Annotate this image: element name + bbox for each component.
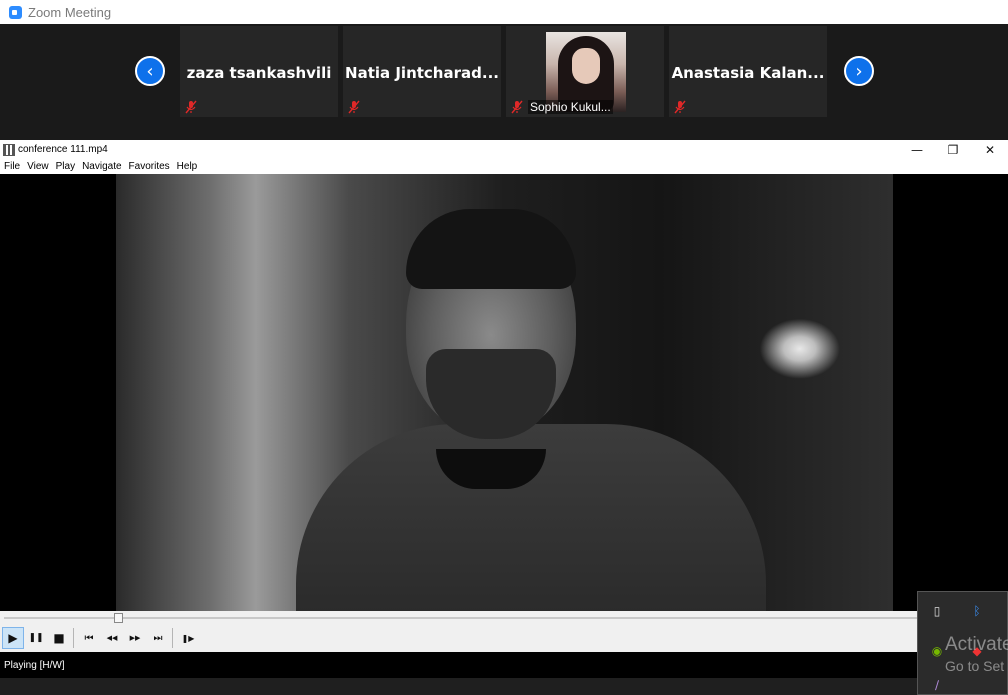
video-frame bbox=[116, 174, 893, 611]
zoom-window-title: Zoom Meeting bbox=[28, 4, 112, 20]
participant-name: zaza tsankashvili bbox=[186, 64, 332, 82]
rewind-button[interactable]: ◀◀ bbox=[101, 627, 123, 649]
next-page-button[interactable]: › bbox=[844, 56, 874, 86]
playback-status: Playing [H/W] bbox=[4, 659, 65, 671]
chevron-right-icon: › bbox=[855, 60, 863, 82]
previous-page-button[interactable]: ‹ bbox=[135, 56, 165, 86]
next-button[interactable]: ⏭ bbox=[147, 627, 169, 649]
seek-bar[interactable] bbox=[0, 611, 1008, 624]
bottom-strip bbox=[0, 678, 1008, 695]
zoom-logo-icon bbox=[9, 5, 22, 19]
participant-tile[interactable]: zaza tsankashvili bbox=[180, 26, 338, 117]
video-area[interactable] bbox=[0, 174, 1008, 611]
bluetooth-icon[interactable]: ᛒ bbox=[968, 602, 986, 620]
seek-track bbox=[4, 617, 1004, 619]
participant-tile[interactable]: Anastasia Kalan... bbox=[669, 26, 827, 117]
menu-bar: File View Play Navigate Favorites Help bbox=[0, 159, 1008, 174]
status-bar: Playing [H/W] bbox=[0, 652, 1008, 678]
zoom-titlebar: Zoom Meeting bbox=[0, 0, 1008, 24]
usb-drive-icon[interactable]: ▯ bbox=[928, 602, 946, 620]
participant-name: Anastasia Kalan... bbox=[671, 64, 825, 82]
maximize-button[interactable]: ❐ bbox=[935, 140, 971, 159]
nvidia-icon[interactable]: ◉ bbox=[928, 642, 946, 660]
menu-help[interactable]: Help bbox=[177, 161, 198, 172]
pause-button[interactable]: ❚❚ bbox=[25, 627, 47, 649]
separator bbox=[172, 628, 173, 648]
separator bbox=[73, 628, 74, 648]
muted-mic-icon bbox=[348, 100, 360, 114]
playback-controls: ▶ ❚❚ ■ ⏮ ◀◀ ▶▶ ⏭ ❚▶ bbox=[0, 624, 1008, 652]
participant-tile[interactable]: Natia Jintcharad... bbox=[343, 26, 501, 117]
participant-name: Sophio Kukul... bbox=[528, 100, 613, 114]
frame-step-button[interactable]: ❚▶ bbox=[177, 627, 199, 649]
activation-watermark-title: Activate bbox=[945, 634, 1008, 655]
participant-tile[interactable]: Sophio Kukul... bbox=[506, 26, 664, 117]
activation-watermark-subtitle: Go to Set bbox=[945, 658, 1005, 674]
muted-mic-icon bbox=[511, 100, 523, 114]
menu-play[interactable]: Play bbox=[56, 161, 75, 172]
fast-forward-button[interactable]: ▶▶ bbox=[124, 627, 146, 649]
menu-file[interactable]: File bbox=[4, 161, 20, 172]
player-window-title: conference 111.mp4 bbox=[18, 144, 108, 155]
participant-strip: ‹ zaza tsankashvili Natia Jintcharad... bbox=[0, 24, 1008, 140]
menu-favorites[interactable]: Favorites bbox=[129, 161, 170, 172]
film-icon bbox=[3, 143, 15, 156]
menu-navigate[interactable]: Navigate bbox=[82, 161, 121, 172]
previous-button[interactable]: ⏮ bbox=[78, 627, 100, 649]
muted-mic-icon bbox=[674, 100, 686, 114]
play-button[interactable]: ▶ bbox=[2, 627, 24, 649]
player-titlebar: conference 111.mp4 — ❐ ✕ bbox=[0, 140, 1008, 159]
muted-mic-icon bbox=[185, 100, 197, 114]
seek-thumb[interactable] bbox=[114, 613, 123, 623]
minimize-button[interactable]: — bbox=[899, 140, 935, 159]
close-button[interactable]: ✕ bbox=[972, 140, 1008, 159]
chevron-left-icon: ‹ bbox=[146, 60, 154, 82]
media-player-window: conference 111.mp4 — ❐ ✕ File View Play … bbox=[0, 140, 1008, 695]
participant-name: Natia Jintcharad... bbox=[345, 64, 499, 82]
menu-view[interactable]: View bbox=[27, 161, 49, 172]
stop-button[interactable]: ■ bbox=[48, 627, 70, 649]
feather-icon[interactable]: ∕ bbox=[928, 676, 946, 694]
